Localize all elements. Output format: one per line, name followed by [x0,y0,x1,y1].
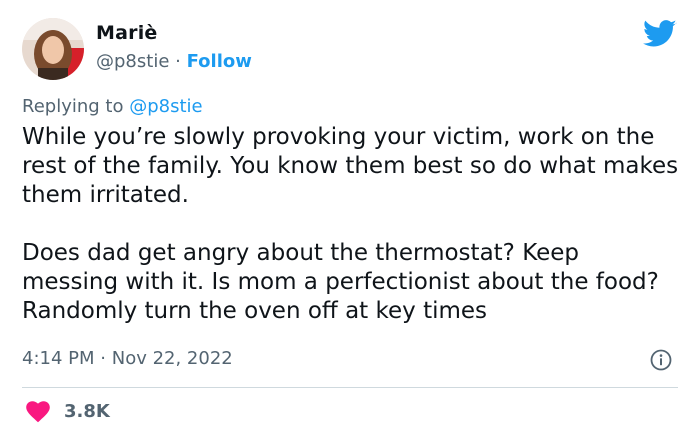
twitter-bird-icon[interactable] [643,19,677,49]
tweet-date: Nov 22, 2022 [111,348,233,369]
tweet-card: Mariè @p8stie · Follow Replying to @p8st… [0,0,700,441]
tweet-paragraph: Does dad get angry about the thermostat?… [22,240,659,324]
timestamp-separator: · [100,348,106,369]
replying-to: Replying to @p8stie [22,96,203,117]
heart-icon[interactable] [26,401,50,423]
tweet-timestamp[interactable]: 4:14 PM · Nov 22, 2022 [22,348,233,369]
tweet-paragraph: While you’re slowly provoking your victi… [22,124,679,208]
replying-to-label: Replying to [22,96,124,117]
follow-button[interactable]: Follow [187,51,252,72]
divider [22,387,678,388]
avatar[interactable] [22,18,84,80]
display-name[interactable]: Mariè [96,22,158,44]
tweet-time: 4:14 PM [22,348,95,369]
like-count[interactable]: 3.8K [64,401,110,422]
tweet-text: While you’re slowly provoking your victi… [22,123,682,326]
user-handle[interactable]: @p8stie [96,51,169,72]
info-icon[interactable] [650,349,672,371]
handle-row: @p8stie · Follow [96,51,252,72]
reply-mention-link[interactable]: @p8stie [129,96,202,117]
handle-separator: · [175,51,181,72]
